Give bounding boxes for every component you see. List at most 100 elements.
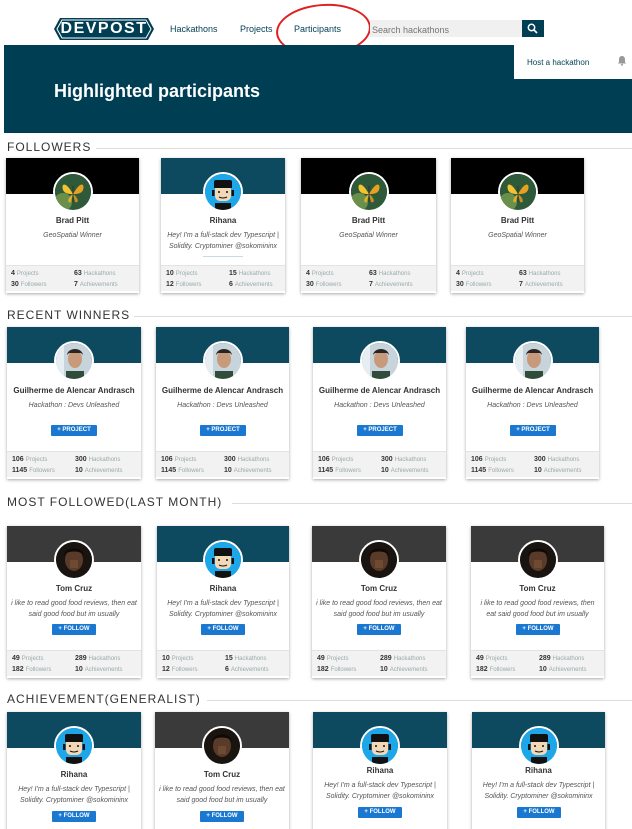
participant-name[interactable]: Rihana [157, 584, 289, 593]
participant-card[interactable]: Tom Cruz i like to read good food reviews… [155, 712, 289, 829]
participant-name[interactable]: Guilherme de Alencar Andrasch [7, 386, 141, 395]
avatar[interactable] [203, 540, 243, 580]
avatar[interactable] [54, 540, 94, 580]
avatar[interactable] [359, 540, 399, 580]
participant-card[interactable]: Rihana Hey! I'm a full-stack dev Typescri… [157, 526, 289, 678]
hackathons-stat[interactable]: 300 Hackathons [534, 456, 579, 463]
participant-name[interactable]: Brad Pitt [451, 216, 584, 225]
host-hackathon-link[interactable]: Host a hackathon [527, 58, 589, 67]
followers-stat[interactable]: 12 Followers [162, 666, 197, 673]
participant-name[interactable]: Tom Cruz [7, 584, 141, 593]
followers-stat[interactable]: 182 Followers [12, 666, 51, 673]
hackathons-stat[interactable]: 300 Hackathons [75, 456, 120, 463]
follow-button[interactable]: + FOLLOW [358, 807, 402, 818]
followers-stat[interactable]: 12 Followers [166, 281, 201, 288]
projects-stat[interactable]: 4 Projects [11, 270, 39, 277]
projects-stat[interactable]: 10 Projects [166, 270, 197, 277]
participant-card[interactable]: Rihana Hey! I'm a full-stack dev Typescri… [313, 712, 447, 829]
participant-name[interactable]: Guilherme de Alencar Andrasch [466, 386, 599, 395]
participant-card[interactable]: Tom Cruz i like to read good food reviews… [7, 526, 141, 678]
projects-stat[interactable]: 49 Projects [476, 655, 507, 662]
participant-name[interactable]: Rihana [7, 770, 141, 779]
followers-stat[interactable]: 1145 Followers [471, 467, 514, 474]
achievements-stat[interactable]: 7 Achievements [369, 281, 413, 288]
followers-stat[interactable]: 182 Followers [476, 666, 515, 673]
avatar[interactable] [54, 341, 94, 381]
projects-stat[interactable]: 10 Projects [162, 655, 193, 662]
bell-icon[interactable] [617, 55, 627, 66]
achievements-stat[interactable]: 10 Achievements [534, 467, 581, 474]
hackathons-stat[interactable]: 300 Hackathons [224, 456, 269, 463]
avatar[interactable] [54, 726, 94, 766]
participant-name[interactable]: Rihana [313, 766, 447, 775]
followers-stat[interactable]: 30 Followers [306, 281, 341, 288]
follow-button[interactable]: + FOLLOW [357, 624, 401, 635]
search-input[interactable] [370, 21, 522, 39]
projects-stat[interactable]: 49 Projects [317, 655, 348, 662]
projects-stat[interactable]: 106 Projects [161, 456, 196, 463]
participant-card[interactable]: Brad Pitt GeoSpatial Winner 4 Projects 63 Hac… [6, 158, 139, 293]
add-project-button[interactable]: + PROJECT [510, 425, 556, 436]
projects-stat[interactable]: 106 Projects [318, 456, 353, 463]
achievements-stat[interactable]: 10 Achievements [75, 467, 122, 474]
achievements-stat[interactable]: 6 Achievements [225, 666, 269, 673]
avatar[interactable] [349, 172, 389, 212]
participant-name[interactable]: Tom Cruz [471, 584, 604, 593]
achievements-stat[interactable]: 7 Achievements [519, 281, 563, 288]
achievements-stat[interactable]: 10 Achievements [381, 467, 428, 474]
participant-card[interactable]: Brad Pitt GeoSpatial Winner 4 Projects 63 Hac… [301, 158, 436, 293]
participant-card[interactable]: Brad Pitt GeoSpatial Winner 4 Projects 63 Hac… [451, 158, 584, 293]
participant-card[interactable]: Tom Cruz i like to read good food reviews… [471, 526, 604, 678]
devpost-logo[interactable]: DEVPOST [54, 18, 154, 40]
hackathons-stat[interactable]: 289 Hackathons [539, 655, 584, 662]
achievements-stat[interactable]: 6 Achievements [229, 281, 273, 288]
hackathons-stat[interactable]: 63 Hackathons [369, 270, 410, 277]
follow-button[interactable]: + FOLLOW [52, 624, 96, 635]
participant-name[interactable]: Rihana [161, 216, 285, 225]
participant-name[interactable]: Brad Pitt [6, 216, 139, 225]
follow-button[interactable]: + FOLLOW [516, 624, 560, 635]
participant-card[interactable]: Guilherme de Alencar Andrasch Hackathon :… [156, 327, 289, 479]
followers-stat[interactable]: 1145 Followers [12, 467, 55, 474]
avatar[interactable] [498, 172, 538, 212]
add-project-button[interactable]: + PROJECT [51, 425, 97, 436]
projects-stat[interactable]: 4 Projects [456, 270, 484, 277]
projects-stat[interactable]: 106 Projects [12, 456, 47, 463]
add-project-button[interactable]: + PROJECT [357, 425, 403, 436]
achievements-stat[interactable]: 10 Achievements [224, 467, 271, 474]
avatar[interactable] [360, 726, 400, 766]
participant-name[interactable]: Rihana [472, 766, 605, 775]
followers-stat[interactable]: 30 Followers [456, 281, 491, 288]
avatar[interactable] [202, 726, 242, 766]
followers-stat[interactable]: 1145 Followers [161, 467, 204, 474]
avatar[interactable] [53, 172, 93, 212]
participant-card[interactable]: Rihana Hey! I'm a full-stack dev Typescri… [161, 158, 285, 293]
achievements-stat[interactable]: 7 Achievements [74, 281, 118, 288]
participant-card[interactable]: Guilherme de Alencar Andrasch Hackathon :… [466, 327, 599, 479]
avatar[interactable] [519, 726, 559, 766]
hackathons-stat[interactable]: 289 Hackathons [75, 655, 120, 662]
follow-button[interactable]: + FOLLOW [200, 811, 244, 822]
hackathons-stat[interactable]: 300 Hackathons [381, 456, 426, 463]
participant-card[interactable]: Rihana Hey! I'm a full-stack dev Typescri… [472, 712, 605, 829]
follow-button[interactable]: + FOLLOW [517, 807, 561, 818]
nav-link-projects[interactable]: Projects [240, 24, 273, 34]
participant-name[interactable]: Tom Cruz [155, 770, 289, 779]
followers-stat[interactable]: 182 Followers [317, 666, 356, 673]
hackathons-stat[interactable]: 63 Hackathons [74, 270, 115, 277]
achievements-stat[interactable]: 10 Achievements [539, 666, 586, 673]
hackathons-stat[interactable]: 63 Hackathons [519, 270, 560, 277]
avatar[interactable] [203, 341, 243, 381]
participant-card[interactable]: Rihana Hey! I'm a full-stack dev Typescri… [7, 712, 141, 829]
hackathons-stat[interactable]: 289 Hackathons [380, 655, 425, 662]
follow-button[interactable]: + FOLLOW [201, 624, 245, 635]
add-project-button[interactable]: + PROJECT [200, 425, 246, 436]
hackathons-stat[interactable]: 15 Hackathons [225, 655, 266, 662]
avatar[interactable] [518, 540, 558, 580]
avatar[interactable] [360, 341, 400, 381]
avatar[interactable] [513, 341, 553, 381]
follow-button[interactable]: + FOLLOW [52, 811, 96, 822]
nav-link-hackathons[interactable]: Hackathons [170, 24, 218, 34]
search-button[interactable] [522, 20, 544, 37]
participant-name[interactable]: Guilherme de Alencar Andrasch [156, 386, 289, 395]
